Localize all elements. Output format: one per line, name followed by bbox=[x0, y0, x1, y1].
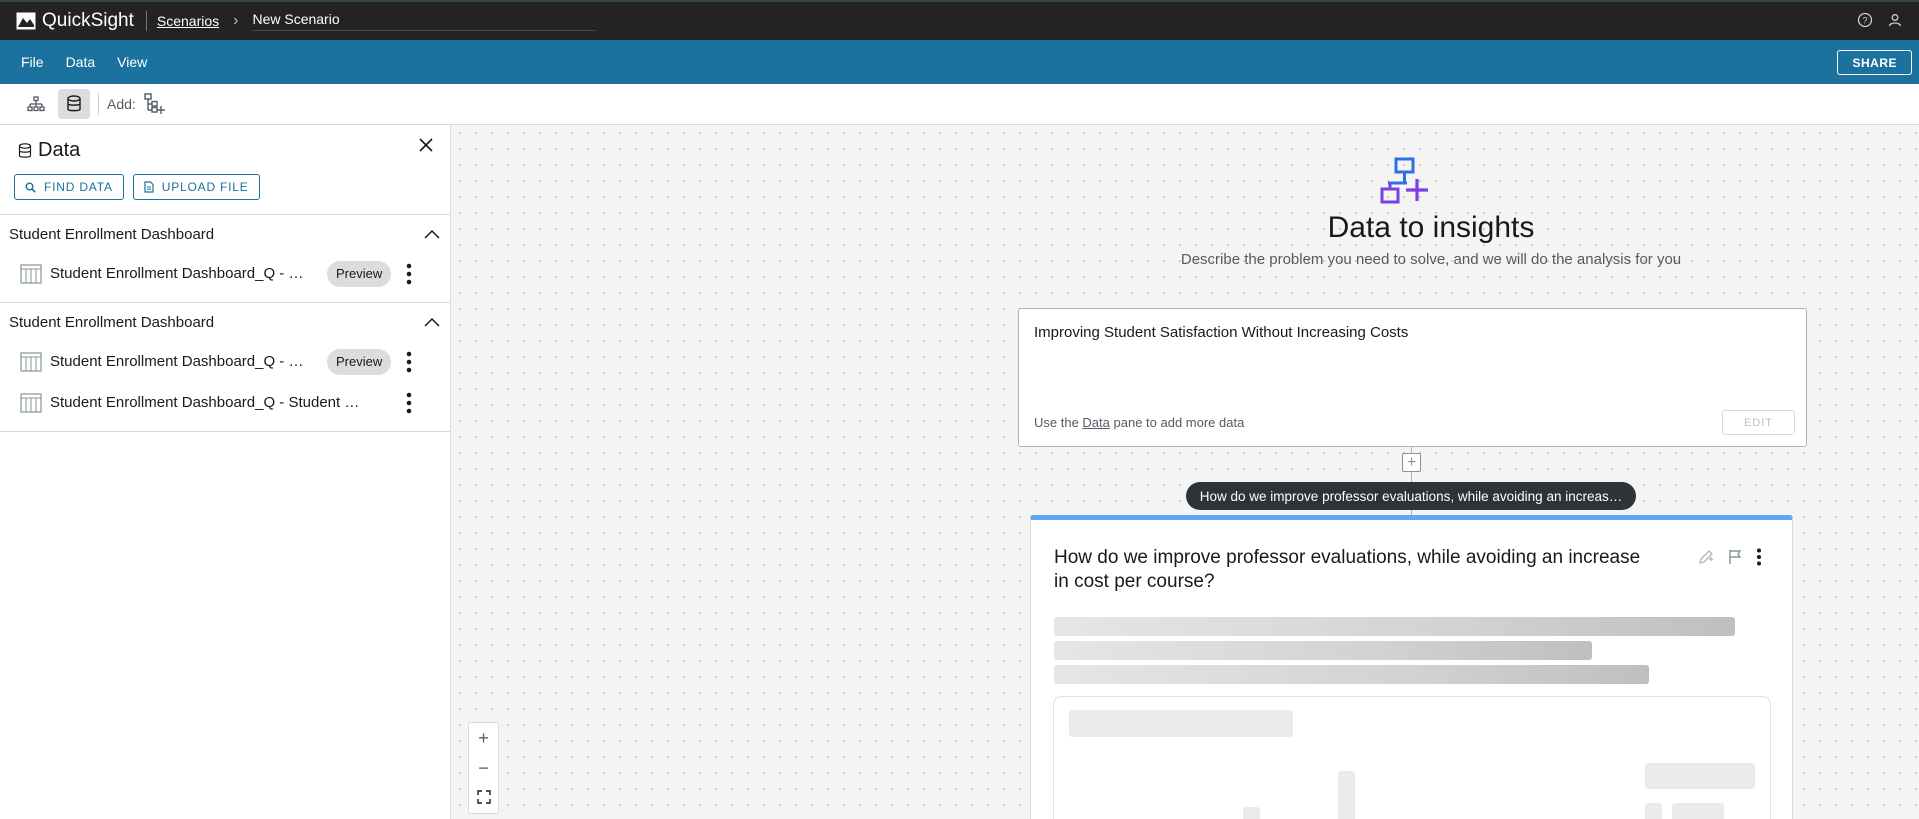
dataset-group-title: Student Enrollment Dashboard bbox=[9, 225, 215, 243]
table-icon bbox=[20, 351, 42, 372]
dataset-group-header[interactable]: Student Enrollment Dashboard bbox=[0, 215, 450, 253]
loading-skeleton-block bbox=[1069, 710, 1293, 737]
quicksight-logo[interactable]: QuickSight bbox=[16, 10, 134, 32]
loading-skeleton-line bbox=[1054, 641, 1592, 660]
loading-skeleton-line bbox=[1054, 617, 1735, 636]
data-panel: Data FIND DATA UPLOAD FILE Student Enrol… bbox=[0, 125, 451, 819]
loading-skeleton-line bbox=[1054, 665, 1649, 684]
question-pill[interactable]: How do we improve professor evaluations,… bbox=[1186, 482, 1636, 510]
dataset-row[interactable]: Student Enrollment Dashboard_Q - … Previ… bbox=[0, 253, 450, 294]
toolbar: Add: bbox=[0, 84, 1919, 125]
more-options-icon[interactable] bbox=[406, 392, 412, 414]
data-pane-hint: Use the Data pane to add more data bbox=[1034, 415, 1244, 430]
hint-suffix: pane to add more data bbox=[1109, 415, 1245, 430]
menu-data[interactable]: Data bbox=[66, 54, 96, 70]
analysis-title: How do we improve professor evaluations,… bbox=[1054, 547, 1641, 592]
add-node-icon[interactable]: + bbox=[1402, 453, 1421, 472]
app-name: QuickSight bbox=[42, 10, 134, 31]
zoom-out-icon[interactable]: − bbox=[478, 759, 489, 777]
svg-text:?: ? bbox=[1862, 16, 1867, 26]
data-pane-toggle-button[interactable] bbox=[58, 89, 90, 119]
loading-skeleton-bar bbox=[1243, 807, 1260, 819]
data-to-insights-icon bbox=[1380, 157, 1432, 212]
data-pane-link[interactable]: Data bbox=[1082, 415, 1109, 430]
dataset-group-header[interactable]: Student Enrollment Dashboard bbox=[0, 303, 450, 341]
table-icon bbox=[20, 392, 42, 413]
chevron-up-icon[interactable] bbox=[424, 229, 440, 239]
upload-file-button[interactable]: UPLOAD FILE bbox=[132, 174, 260, 200]
dataset-group: Student Enrollment Dashboard Student Enr… bbox=[0, 214, 450, 294]
topbar-actions: ? bbox=[1857, 12, 1903, 33]
data-panel-title: Data bbox=[38, 139, 81, 161]
analysis-card-actions bbox=[1698, 548, 1762, 566]
dataset-group-title: Student Enrollment Dashboard bbox=[9, 313, 215, 331]
menu-file[interactable]: File bbox=[21, 54, 44, 70]
loading-skeleton-block bbox=[1645, 763, 1755, 789]
close-icon[interactable] bbox=[418, 137, 434, 158]
loading-skeleton-bar bbox=[1338, 771, 1355, 819]
edit-pencil-icon[interactable] bbox=[1698, 549, 1714, 565]
fit-to-screen-icon[interactable] bbox=[476, 789, 491, 807]
breadcrumb-scenarios-link[interactable]: Scenarios bbox=[157, 13, 219, 29]
add-analysis-button[interactable] bbox=[142, 89, 166, 119]
chevron-up-icon[interactable] bbox=[424, 317, 440, 327]
user-icon[interactable] bbox=[1887, 12, 1903, 33]
connector-line bbox=[1411, 472, 1412, 482]
dataset-group: Student Enrollment Dashboard Student Enr… bbox=[0, 302, 450, 432]
data-panel-header: Data bbox=[0, 125, 450, 162]
upload-file-label: UPLOAD FILE bbox=[161, 180, 249, 194]
find-data-button[interactable]: FIND DATA bbox=[14, 174, 124, 200]
database-icon bbox=[18, 142, 32, 158]
toolbar-divider bbox=[98, 93, 99, 115]
file-icon bbox=[144, 181, 154, 193]
hint-prefix: Use the bbox=[1034, 415, 1083, 430]
add-analysis-icon bbox=[144, 93, 165, 114]
data-panel-actions: FIND DATA UPLOAD FILE bbox=[0, 162, 450, 200]
dataset-row[interactable]: Student Enrollment Dashboard_Q - … Previ… bbox=[0, 341, 450, 382]
top-bar: QuickSight Scenarios › New Scenario ? bbox=[0, 0, 1919, 40]
menu-bar: File Data View SHARE bbox=[0, 40, 1919, 84]
dataset-name: Student Enrollment Dashboard_Q - … bbox=[50, 353, 304, 370]
hierarchy-view-button[interactable] bbox=[20, 89, 52, 119]
menu-view[interactable]: View bbox=[117, 54, 147, 70]
dataset-row[interactable]: Student Enrollment Dashboard_Q - Student… bbox=[0, 382, 450, 423]
breadcrumb-divider bbox=[145, 11, 147, 31]
table-icon bbox=[20, 263, 42, 284]
problem-statement: Improving Student Satisfaction Without I… bbox=[1034, 324, 1409, 341]
chevron-right-icon: › bbox=[233, 12, 239, 29]
dataset-name: Student Enrollment Dashboard_Q - Student… bbox=[50, 394, 360, 411]
search-icon bbox=[25, 182, 36, 193]
analysis-card[interactable]: How do we improve professor evaluations,… bbox=[1030, 515, 1793, 819]
edit-button[interactable]: EDIT bbox=[1722, 410, 1795, 435]
help-icon[interactable]: ? bbox=[1857, 12, 1873, 33]
zoom-controls: + − bbox=[468, 722, 499, 814]
add-label: Add: bbox=[107, 96, 136, 112]
more-options-icon[interactable] bbox=[406, 351, 412, 373]
database-icon bbox=[67, 95, 81, 112]
loading-skeleton-block bbox=[1645, 803, 1662, 819]
preview-button[interactable]: Preview bbox=[327, 348, 392, 375]
hero-title: Data to insights bbox=[1327, 211, 1535, 244]
quicksight-logo-icon bbox=[16, 12, 36, 30]
visual-placeholder bbox=[1053, 696, 1771, 819]
scenario-canvas[interactable]: Data to insights Describe the problem yo… bbox=[452, 125, 1919, 819]
problem-statement-card[interactable]: Improving Student Satisfaction Without I… bbox=[1018, 308, 1807, 447]
loading-skeleton-block bbox=[1672, 803, 1724, 819]
more-options-icon[interactable] bbox=[1756, 548, 1762, 566]
hero-subtitle: Describe the problem you need to solve, … bbox=[1180, 251, 1682, 268]
find-data-label: FIND DATA bbox=[44, 180, 113, 194]
flag-icon[interactable] bbox=[1728, 549, 1742, 565]
dataset-name: Student Enrollment Dashboard_Q - … bbox=[50, 265, 304, 282]
zoom-in-icon[interactable]: + bbox=[478, 729, 489, 747]
hierarchy-icon bbox=[27, 96, 45, 112]
more-options-icon[interactable] bbox=[406, 263, 412, 285]
scenario-name-field[interactable]: New Scenario bbox=[252, 11, 597, 31]
share-button[interactable]: SHARE bbox=[1837, 50, 1912, 75]
preview-button[interactable]: Preview bbox=[327, 260, 392, 287]
